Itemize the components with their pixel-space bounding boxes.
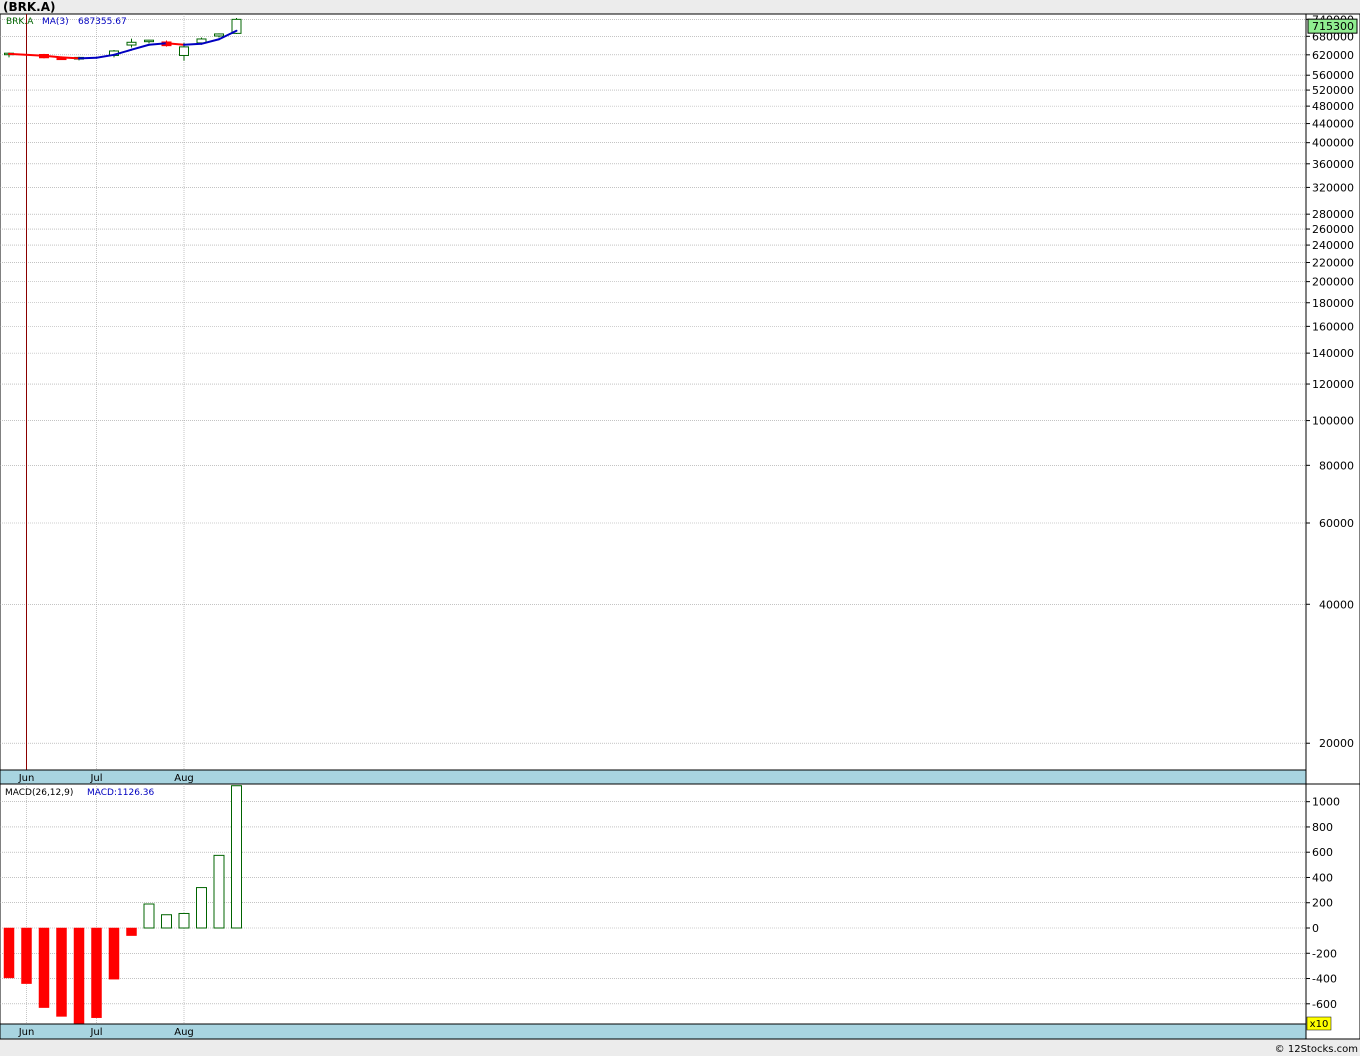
chart-title: (BRK.A)	[3, 0, 56, 14]
current-price-value: 715300	[1312, 20, 1354, 33]
price-tick-label: 560000	[1312, 69, 1354, 82]
candle-body	[179, 46, 189, 56]
price-tick-label: 320000	[1312, 181, 1354, 194]
price-plot-area	[0, 13, 1307, 771]
price-tick-label: 240000	[1312, 239, 1354, 252]
macd-bar	[196, 887, 207, 929]
macd-bar	[73, 927, 85, 1025]
macd-tick-label: 0	[1312, 922, 1319, 935]
price-tick-label: 140000	[1312, 347, 1354, 360]
price-tick-label: 360000	[1312, 158, 1354, 171]
macd-bar	[56, 927, 67, 1017]
price-tick-label: 180000	[1312, 297, 1354, 310]
macd-tick-label: -200	[1312, 947, 1337, 960]
price-tick-label: 120000	[1312, 378, 1354, 391]
macd-bar	[126, 927, 137, 936]
price-tick-label: 20000	[1319, 737, 1354, 750]
macd-legend-indicator: MACD(26,12,9)	[5, 788, 73, 798]
macd-tick-label: 200	[1312, 897, 1333, 910]
price-tick-label: 520000	[1312, 84, 1354, 97]
macd-tick-label: 600	[1312, 846, 1333, 859]
macd-bar	[213, 854, 225, 929]
legend-ma-label: MA(3)	[42, 17, 69, 27]
price-tick-label: 280000	[1312, 208, 1354, 221]
macd-tick-label: -600	[1312, 998, 1337, 1011]
copyright-footer: © 12Stocks.com	[1275, 1044, 1358, 1055]
price-tick-label: 40000	[1319, 598, 1354, 611]
current-price-tag: 715300	[1307, 18, 1358, 34]
macd-bar	[143, 903, 155, 929]
price-tick-label: 620000	[1312, 49, 1354, 62]
price-tick-label: 480000	[1312, 100, 1354, 113]
ma-segment	[60, 56, 80, 60]
macd-panel: 10008006004002000-200-400-600 Jun Jul Aug …	[0, 783, 1360, 1040]
macd-x-tick-label: Aug	[174, 1027, 194, 1038]
price-x-tick-label: Jul	[89, 773, 102, 784]
price-tick-label: 100000	[1312, 415, 1354, 428]
macd-bar	[3, 927, 15, 979]
candle-body	[144, 39, 154, 43]
multiplier-tag: x10	[1310, 1019, 1329, 1030]
macd-bar	[21, 927, 32, 984]
macd-bar	[178, 912, 190, 929]
legend-ma-value: 687355.67	[78, 17, 127, 27]
macd-bar	[161, 914, 172, 929]
macd-tick-label: -400	[1312, 973, 1337, 986]
macd-bar	[38, 927, 50, 1008]
ma-segment	[78, 56, 98, 60]
macd-legend-value: MACD:1126.36	[87, 788, 155, 798]
price-tick-label: 80000	[1319, 459, 1354, 472]
stock-chart: (BRK.A) 74000068000062000056000052000048…	[0, 0, 1360, 1056]
price-x-tick-label: Jun	[18, 773, 35, 784]
price-tick-label: 60000	[1319, 517, 1354, 530]
macd-x-tick-label: Jun	[18, 1027, 35, 1038]
ma-segment	[183, 42, 203, 46]
price-panel: 7400006800006200005600005200004800004400…	[0, 13, 1360, 785]
legend-symbol: BRK.A	[6, 17, 34, 27]
price-tick-label: 220000	[1312, 257, 1354, 270]
macd-x-tick-label: Jul	[89, 1027, 102, 1038]
price-x-axis-band	[0, 769, 1307, 785]
candle-body	[126, 41, 137, 46]
macd-x-axis-band	[0, 1023, 1307, 1040]
macd-bar	[91, 927, 102, 1018]
price-tick-label: 200000	[1312, 276, 1354, 289]
macd-tick-label: 800	[1312, 821, 1333, 834]
price-tick-label: 260000	[1312, 223, 1354, 236]
macd-bar	[108, 927, 120, 980]
candle-body	[214, 33, 224, 37]
macd-bar	[231, 785, 242, 929]
macd-tick-label: 1000	[1312, 796, 1340, 809]
price-tick-label: 400000	[1312, 137, 1354, 150]
macd-tick-label: 400	[1312, 871, 1333, 884]
price-x-tick-label: Aug	[174, 773, 194, 784]
macd-plot-area	[0, 783, 1307, 1025]
price-tick-label: 160000	[1312, 320, 1354, 333]
price-tick-label: 440000	[1312, 118, 1354, 131]
